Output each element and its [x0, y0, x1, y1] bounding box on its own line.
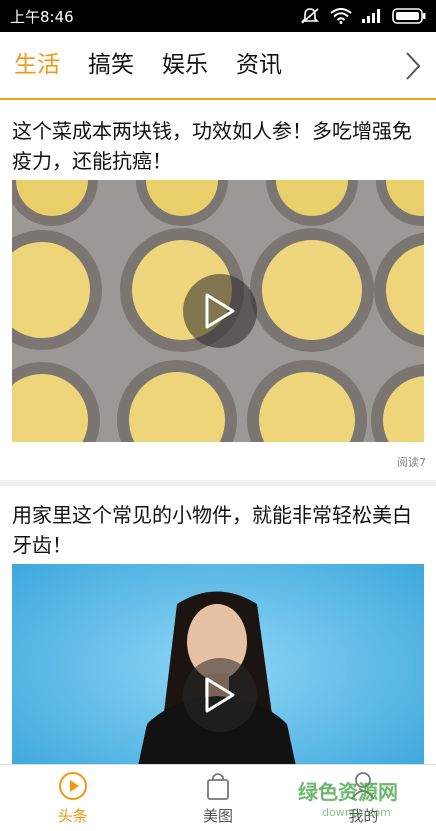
nav-label: 头条 — [57, 806, 88, 825]
read-count: 阅读7 — [397, 456, 426, 469]
status-bar: 上午8:46 — [0, 0, 436, 32]
watermark-url: downcc.com — [322, 806, 391, 819]
play-circle-icon — [58, 771, 87, 800]
play-icon — [205, 293, 235, 329]
play-button[interactable] — [183, 274, 257, 348]
article-item[interactable]: 用家里这个常见的小物件，就能非常轻松美白牙齿！ — [0, 486, 436, 764]
play-button[interactable] — [183, 658, 257, 732]
article-item[interactable]: 这个菜成本两块钱，功效如人参！多吃增强免疫力，还能抗癌！ 阅读7 — [0, 102, 436, 486]
article-feed[interactable]: 这个菜成本两块钱，功效如人参！多吃增强免疫力，还能抗癌！ 阅读7 用家里这个常见… — [0, 102, 436, 764]
tab-news[interactable]: 资讯 — [234, 31, 284, 99]
mute-icon — [301, 8, 319, 24]
article-title[interactable]: 这个菜成本两块钱，功效如人参！多吃增强免疫力，还能抗癌！ — [0, 102, 436, 180]
battery-icon — [392, 8, 426, 24]
article-title[interactable]: 用家里这个常见的小物件，就能非常轻松美白牙齿！ — [0, 486, 436, 564]
chevron-right-icon — [406, 52, 421, 80]
signal-icon — [362, 9, 380, 23]
video-thumbnail[interactable] — [12, 180, 424, 442]
nav-label: 美图 — [202, 806, 233, 825]
video-thumbnail[interactable] — [12, 564, 424, 764]
status-icons — [300, 7, 426, 25]
shopping-bag-icon — [207, 772, 229, 800]
tab-funny[interactable]: 搞笑 — [86, 31, 136, 99]
tab-life[interactable]: 生活 — [12, 31, 62, 99]
watermark-text: 绿色资源网 — [298, 780, 398, 804]
tab-entertainment[interactable]: 娱乐 — [160, 31, 210, 99]
nav-gallery[interactable]: 美图 — [145, 765, 290, 831]
status-time: 上午8:46 — [10, 7, 74, 26]
nav-headlines[interactable]: 头条 — [0, 765, 145, 831]
play-icon — [205, 677, 235, 713]
wifi-icon — [330, 8, 352, 24]
more-tabs-button[interactable] — [398, 46, 428, 86]
category-tab-bar: 生活 搞笑 娱乐 资讯 — [0, 32, 436, 100]
